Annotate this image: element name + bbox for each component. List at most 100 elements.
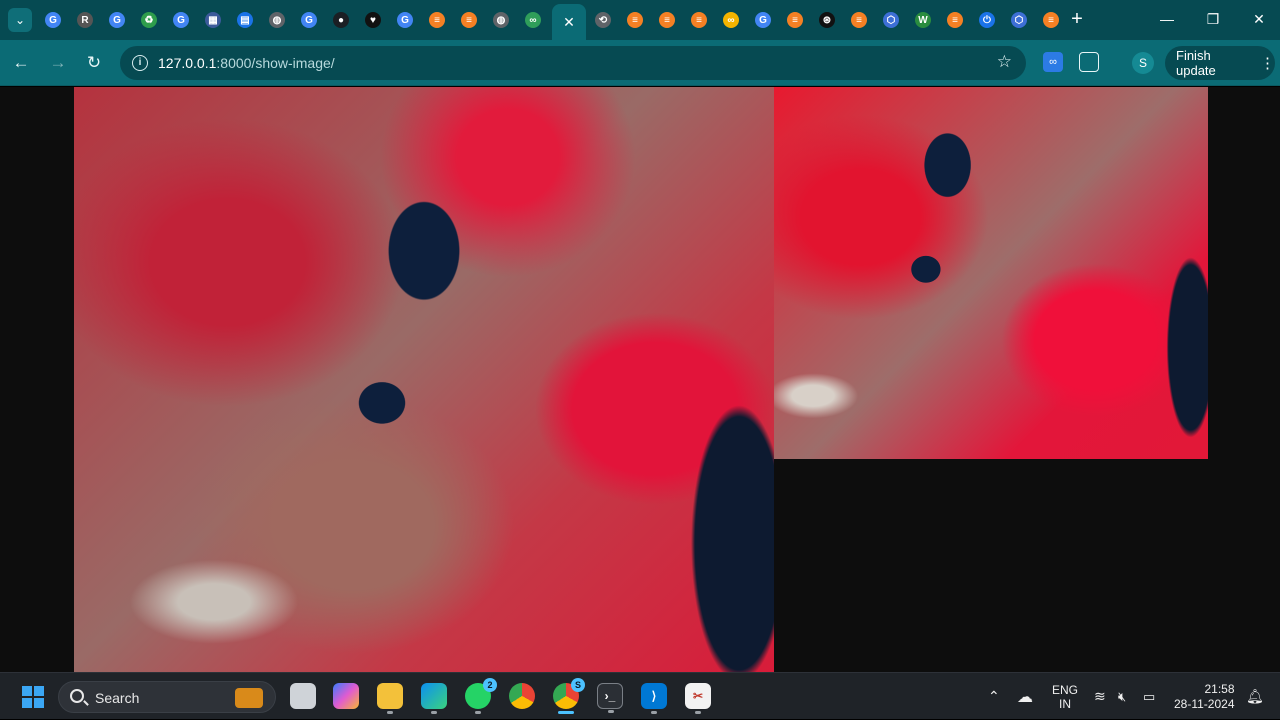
r-document-icon: R (77, 12, 93, 28)
infinity-icon: ∞ (525, 12, 541, 28)
browser-tab[interactable]: ♻ (134, 6, 164, 34)
browser-tab[interactable]: G (38, 6, 68, 34)
browser-tab[interactable]: ≡ (620, 6, 650, 34)
task-view-icon[interactable] (290, 683, 316, 709)
browser-tab[interactable]: ◍ (262, 6, 292, 34)
restore-button[interactable]: ❐ (1198, 8, 1228, 30)
terminal-icon[interactable]: ›_ (597, 683, 623, 713)
browser-tab[interactable]: ⬡ (876, 6, 906, 34)
site-info-icon[interactable]: i (132, 55, 148, 71)
browser-tab[interactable]: ≡ (652, 6, 682, 34)
url-host: 127.0.0.1 (158, 55, 217, 71)
snipping-tool-icon[interactable]: ✂ (685, 683, 711, 714)
google-icon: G (755, 12, 771, 28)
extensions-puzzle-icon[interactable] (1079, 52, 1099, 72)
browser-tab[interactable]: ▦ (198, 6, 228, 34)
browser-tab[interactable]: ⬡ (1004, 6, 1034, 34)
document-icon: ▤ (237, 12, 253, 28)
browser-tab[interactable]: ◍ (486, 6, 516, 34)
file-explorer-icon[interactable] (377, 683, 403, 714)
start-button[interactable] (22, 686, 44, 708)
new-tab-button[interactable]: + (1066, 8, 1088, 30)
stackoverflow-icon: ≡ (787, 12, 803, 28)
browser-tab[interactable]: ⊛ (812, 6, 842, 34)
stackoverflow-icon: ≡ (691, 12, 707, 28)
chrome-profile-icon[interactable]: S (553, 678, 585, 714)
finish-update-button[interactable]: Finish update ⋮ (1165, 46, 1275, 80)
app-icon: ▦ (205, 12, 221, 28)
speaker-muted-icon[interactable]: 🔇︎ (1118, 673, 1126, 720)
clock-date: 28-11-2024 (1174, 696, 1235, 711)
whatsapp-icon[interactable]: 2 (465, 678, 497, 714)
whatsapp-badge: 2 (483, 678, 497, 692)
browser-tab[interactable]: ≡ (780, 6, 810, 34)
tab-search-button[interactable]: ⌄ (8, 8, 32, 32)
taskbar-search-box[interactable]: Search (58, 681, 276, 713)
browser-tab[interactable]: ♥ (358, 6, 388, 34)
google-icon: G (109, 12, 125, 28)
browser-tab[interactable]: G (294, 6, 324, 34)
copilot-icon[interactable] (333, 683, 359, 709)
notification-bell-icon[interactable]: 🔔︎ (1246, 673, 1264, 720)
windows-taskbar: Search 2 S ›_ ⟩ ✂ ⌃ ☁ ENG IN ≋ 🔇︎ ▭ 21:5… (0, 672, 1280, 719)
language-indicator[interactable]: ENG IN (1052, 673, 1078, 720)
browser-tab[interactable]: ≡ (1036, 6, 1066, 34)
close-tab-icon[interactable]: ✕ (563, 14, 575, 31)
reload-button[interactable]: ↻ (83, 52, 105, 74)
browser-tab[interactable]: ≡ (684, 6, 714, 34)
forward-button[interactable]: → (47, 52, 69, 74)
google-icon: G (45, 12, 61, 28)
browser-tab[interactable]: W (908, 6, 938, 34)
browser-tab[interactable]: ≡ (422, 6, 452, 34)
google-icon: G (173, 12, 189, 28)
browser-tab[interactable]: ∞ (716, 6, 746, 34)
bookmark-star-icon[interactable]: ☆ (997, 52, 1012, 72)
stackoverflow-icon: ≡ (627, 12, 643, 28)
page-content (0, 87, 1280, 672)
close-window-button[interactable]: ✕ (1244, 8, 1274, 30)
browser-tab[interactable]: G (166, 6, 196, 34)
cube-icon: ⬡ (883, 12, 899, 28)
wifi-icon[interactable]: ≋ (1094, 673, 1106, 720)
browser-tab[interactable]: ⏻ (972, 6, 1002, 34)
url-path: :8000/show-image/ (216, 55, 335, 71)
browser-tab[interactable]: ≡ (940, 6, 970, 34)
browser-toolbar: ← → ↻ i 127.0.0.1:8000/show-image/ ☆ ∞ S… (0, 40, 1280, 86)
infinity-icon: ∞ (723, 12, 739, 28)
browser-tab[interactable]: ⟲ (588, 6, 618, 34)
language-code: ENG (1052, 682, 1079, 697)
more-menu-icon[interactable]: ⋮ (1260, 56, 1275, 71)
vscode-icon[interactable]: ⟩ (641, 683, 667, 714)
stackoverflow-icon: ≡ (429, 12, 445, 28)
back-button[interactable]: ← (10, 52, 32, 74)
onedrive-cloud-icon[interactable]: ☁ (1017, 673, 1033, 720)
battery-icon[interactable]: ▭ (1143, 673, 1155, 720)
search-highlight-icon (235, 688, 263, 708)
profile-avatar[interactable]: S (1132, 52, 1154, 74)
tray-overflow-chevron-icon[interactable]: ⌃ (988, 673, 1000, 720)
stackoverflow-icon: ≡ (1043, 12, 1059, 28)
stackoverflow-icon: ≡ (659, 12, 675, 28)
browser-tab[interactable]: G (748, 6, 778, 34)
address-bar[interactable]: i 127.0.0.1:8000/show-image/ ☆ (120, 46, 1026, 80)
browser-tab[interactable]: R (70, 6, 100, 34)
minimize-button[interactable]: — (1152, 8, 1182, 30)
browser-tab[interactable]: G (102, 6, 132, 34)
browser-tab[interactable]: ▤ (230, 6, 260, 34)
browser-tab[interactable]: ≡ (454, 6, 484, 34)
browser-tab[interactable]: ● (326, 6, 356, 34)
browser-tab[interactable]: ∞ (518, 6, 548, 34)
edge-icon[interactable] (421, 683, 447, 714)
browser-tab[interactable]: G (390, 6, 420, 34)
chrome-icon[interactable] (509, 683, 535, 709)
clock[interactable]: 21:58 28-11-2024 (1174, 673, 1235, 720)
power-icon: ⏻ (979, 12, 995, 28)
satellite-image-secondary (774, 87, 1208, 459)
url-text[interactable]: 127.0.0.1:8000/show-image/ (158, 55, 335, 71)
chatgpt-icon: ⊛ (819, 12, 835, 28)
extension-infinity-icon[interactable]: ∞ (1043, 52, 1063, 72)
tab-active[interactable]: ✕ (552, 4, 586, 40)
recycle-icon: ♻ (141, 12, 157, 28)
browser-tab[interactable]: ≡ (844, 6, 874, 34)
globe-icon: ◍ (269, 12, 285, 28)
